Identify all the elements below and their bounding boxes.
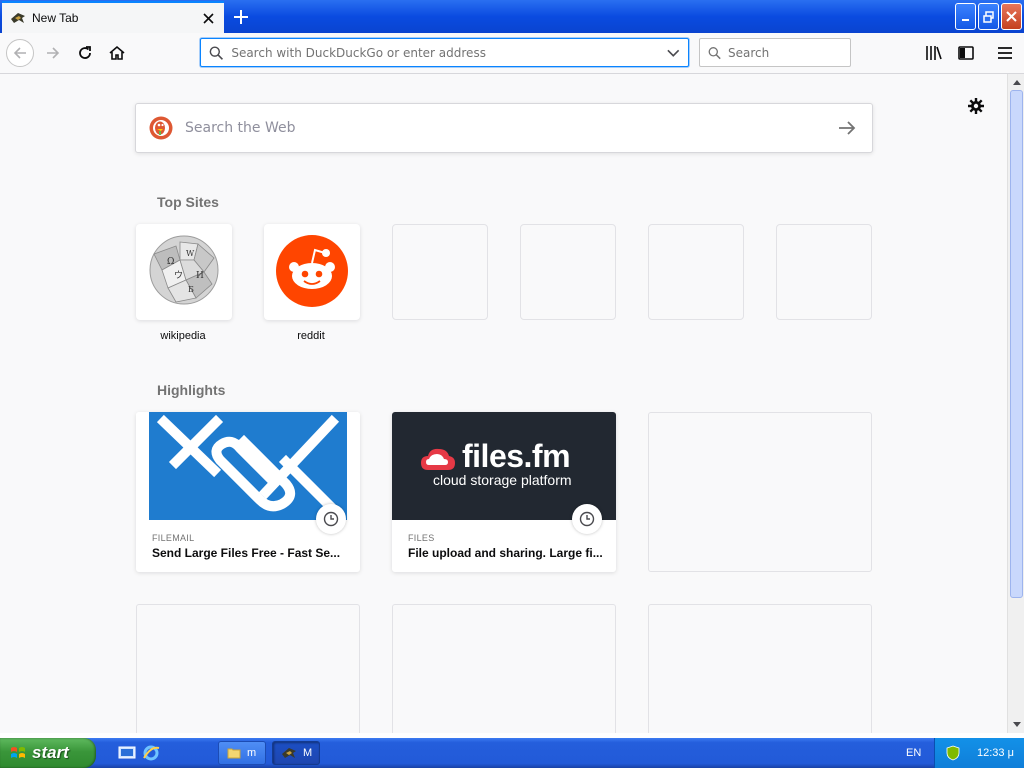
forward-button[interactable] <box>39 39 67 67</box>
svg-text:W: W <box>186 249 195 258</box>
browser-icon <box>282 748 296 758</box>
clock-icon <box>572 504 602 534</box>
highlights-heading: Highlights <box>157 382 226 398</box>
svg-text:Ω: Ω <box>167 257 174 267</box>
top-site-placeholder <box>776 224 872 320</box>
internet-explorer-icon[interactable] <box>142 744 160 762</box>
top-sites-heading: Top Sites <box>157 194 219 210</box>
wikipedia-logo-icon: Ω W ウ И Б <box>149 235 219 305</box>
language-indicator[interactable]: EN <box>906 747 921 759</box>
scroll-up-arrow-icon[interactable] <box>1009 74 1024 89</box>
highlight-placeholder <box>648 412 872 572</box>
restore-icon <box>982 10 994 23</box>
web-search-input[interactable] <box>183 119 838 137</box>
top-site-label[interactable]: wikipedia <box>135 330 231 342</box>
arrow-right-icon[interactable] <box>838 120 856 136</box>
arrow-right-icon <box>47 47 60 59</box>
clock[interactable]: 12:33 μ <box>977 747 1014 759</box>
svg-text:И: И <box>196 271 204 281</box>
taskbar-button-browser[interactable]: M <box>272 741 320 765</box>
top-site-placeholder <box>520 224 616 320</box>
home-button[interactable] <box>103 39 131 67</box>
restore-button[interactable] <box>978 3 999 30</box>
close-icon <box>1006 11 1017 22</box>
customize-button[interactable] <box>965 95 987 117</box>
search-icon <box>708 46 721 59</box>
reload-button[interactable] <box>71 39 99 67</box>
system-tray: 12:33 μ <box>934 738 1024 768</box>
minimize-button[interactable] <box>955 3 976 30</box>
start-label: start <box>32 743 69 762</box>
vertical-scrollbar[interactable] <box>1007 74 1024 733</box>
windows-logo-icon <box>11 747 25 758</box>
windows-taskbar: start m M EN 12:33 μ <box>0 738 1024 768</box>
back-button[interactable] <box>6 39 34 67</box>
new-tab-button[interactable] <box>230 6 252 28</box>
files-fm-brand-tagline: cloud storage platform <box>433 472 572 488</box>
close-window-button[interactable] <box>1001 3 1022 30</box>
svg-text:Б: Б <box>188 285 194 294</box>
highlight-placeholder <box>136 604 360 733</box>
menu-button[interactable] <box>991 39 1019 67</box>
browser-tab-favicon-icon <box>11 13 25 23</box>
top-site-placeholder <box>648 224 744 320</box>
svg-text:ウ: ウ <box>174 270 183 281</box>
navigation-toolbar <box>0 33 1024 74</box>
minimize-icon <box>961 18 969 21</box>
highlight-title: Send Large Files Free - Fast Se... <box>152 546 341 560</box>
close-tab-icon[interactable] <box>200 10 216 26</box>
folder-icon <box>227 748 241 759</box>
files-fm-brand-name: files.fm <box>462 438 571 474</box>
address-bar[interactable] <box>200 38 689 67</box>
web-search-box[interactable] <box>135 103 873 153</box>
home-icon <box>109 45 125 60</box>
highlight-placeholder <box>392 604 616 733</box>
top-site-label[interactable]: reddit <box>263 330 359 342</box>
sidebar-button[interactable] <box>952 39 980 67</box>
cloud-icon <box>421 448 455 470</box>
reload-icon <box>79 46 91 59</box>
duckduckgo-icon <box>149 116 173 140</box>
highlight-card-files-fm[interactable]: files.fm cloud storage platform FILES Fi… <box>392 412 616 572</box>
chevron-down-icon[interactable] <box>667 48 680 58</box>
top-site-tile-reddit[interactable] <box>264 224 360 320</box>
search-input[interactable] <box>728 45 850 60</box>
arrow-left-icon <box>13 47 26 59</box>
scrollbar-thumb[interactable] <box>1010 90 1023 598</box>
new-tab-page: Top Sites Ω W ウ И Б wikipedia <box>0 74 1007 733</box>
tab-new-tab[interactable]: New Tab <box>2 1 224 33</box>
clock-icon <box>316 504 346 534</box>
search-bar[interactable] <box>699 38 851 67</box>
highlight-source: FILES <box>408 533 435 543</box>
gear-icon <box>968 98 984 114</box>
plus-icon <box>234 10 248 24</box>
library-icon <box>926 46 942 60</box>
highlight-title: File upload and sharing. Large fi... <box>408 546 603 560</box>
security-shield-icon[interactable] <box>945 745 961 761</box>
scroll-down-arrow-icon[interactable] <box>1009 717 1024 732</box>
hamburger-menu-icon <box>998 47 1012 59</box>
taskbar-button-label: M <box>303 747 313 759</box>
top-site-tile-wikipedia[interactable]: Ω W ウ И Б <box>136 224 232 320</box>
start-button[interactable]: start <box>0 738 96 768</box>
highlight-placeholder <box>648 604 872 733</box>
address-input[interactable] <box>231 45 668 60</box>
search-icon <box>209 45 224 60</box>
library-button[interactable] <box>920 39 948 67</box>
taskbar-button-label: m <box>247 747 257 759</box>
taskbar-button-folder[interactable]: m <box>218 741 266 765</box>
title-bar: New Tab <box>0 0 1024 33</box>
top-site-placeholder <box>392 224 488 320</box>
show-desktop-icon[interactable] <box>118 744 136 762</box>
reddit-logo-icon <box>276 235 348 307</box>
tab-title: New Tab <box>32 11 79 25</box>
sidebar-icon <box>958 46 974 60</box>
highlight-card-filemail[interactable]: FILEMAIL Send Large Files Free - Fast Se… <box>136 412 360 572</box>
highlight-source: FILEMAIL <box>152 533 195 543</box>
